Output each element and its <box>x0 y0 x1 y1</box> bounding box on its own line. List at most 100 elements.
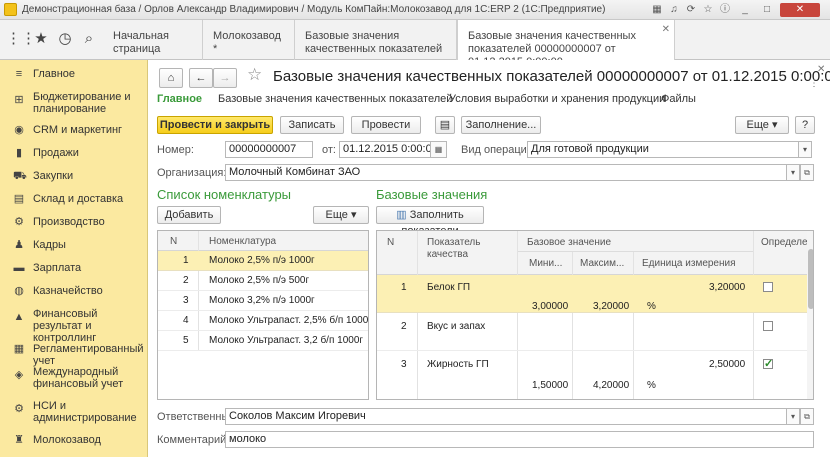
report-button[interactable]: ▤ <box>435 116 455 134</box>
finance-icon: ▲ <box>13 311 25 323</box>
fill-button[interactable]: Заполнение... <box>461 116 541 134</box>
chevron-down-icon[interactable]: ▾ <box>799 141 812 158</box>
row-name: Молоко 2,5% п/э 500г <box>209 275 310 286</box>
operation-label: Вид операции: <box>461 144 537 156</box>
table-row[interactable] <box>377 313 807 351</box>
sidebar-item-label: Склад и доставка <box>33 193 124 205</box>
arrow-left-icon: ← <box>195 72 207 84</box>
forward-button[interactable]: → <box>213 68 237 88</box>
org-label: Организация: <box>157 167 227 179</box>
tab-home[interactable]: Начальная страница <box>103 20 203 60</box>
window-titlebar: Демонстрационная база / Орлов Александр … <box>0 0 830 20</box>
col-max-header: Максим... <box>580 258 625 269</box>
chevron-down-icon[interactable]: ▾ <box>787 164 800 181</box>
col-n-header: N <box>170 236 178 247</box>
row-name: Молоко Ультрапаст. 3,2 б/п 1000г <box>209 335 364 346</box>
fill-indicators-button[interactable]: ▥ Заполнить показатели <box>376 206 484 237</box>
maximize-icon[interactable]: □ <box>760 3 774 17</box>
close-icon[interactable]: ✕ <box>780 3 820 17</box>
star-icon[interactable]: ☆ <box>701 3 715 17</box>
warehouse-icon: ▤ <box>13 193 25 205</box>
row-n: 2 <box>401 321 407 332</box>
window-title: Демонстрационная база / Орлов Александр … <box>22 4 606 15</box>
calendar-icon[interactable]: ▦ <box>650 3 664 17</box>
add-button[interactable]: Добавить <box>157 206 221 224</box>
row-max: 3,20000 <box>593 301 630 312</box>
nomenclature-table: N Номенклатура 1 Молоко 2,5% п/э 1000г 2… <box>157 230 369 400</box>
sidebar-item-label: Производство <box>33 216 105 228</box>
row-min: 1,50000 <box>532 380 569 391</box>
sidebar: ≡ Главное ⊞ Бюджетирование и планирование … <box>0 60 148 457</box>
form-close-icon[interactable]: ✕ <box>817 64 825 75</box>
production-icon: ⚙ <box>14 216 24 228</box>
form-menu-icon[interactable]: ⋮ <box>809 78 819 89</box>
info-icon[interactable]: ⓘ <box>718 3 732 17</box>
base-values-section-title: Базовые значения <box>376 187 488 202</box>
left-more-button[interactable]: Еще ▾ <box>313 206 369 224</box>
open-link-icon[interactable]: ⧉ <box>800 408 814 425</box>
row-n: 2 <box>183 275 189 286</box>
back-button[interactable]: ← <box>189 68 213 88</box>
bell-icon[interactable]: ♫ <box>667 3 681 17</box>
chevron-down-icon[interactable]: ▾ <box>787 408 800 425</box>
search-icon[interactable]: ⌕ <box>78 28 100 50</box>
document-icon: ▤ <box>439 119 451 131</box>
scrollbar-thumb[interactable] <box>808 249 813 309</box>
sidebar-item-label: Регламентированный учет <box>33 343 144 367</box>
tab-base-values-doc[interactable]: Базовые значения качественных показателе… <box>457 20 675 68</box>
row-checkbox[interactable] <box>763 321 773 331</box>
dairy-icon: ♜ <box>14 434 24 446</box>
favorite-star-icon[interactable]: ☆ <box>247 65 262 85</box>
app-icon <box>4 3 17 16</box>
operation-select[interactable]: Для готовой продукции <box>527 141 799 158</box>
date-field[interactable]: 01.12.2015 0:00:00 <box>339 141 431 158</box>
treasury-icon: ◍ <box>14 285 24 297</box>
post-button[interactable]: Провести <box>351 116 421 134</box>
sidebar-item-label: НСИ и администрирование <box>33 400 137 424</box>
row-indicator: Вкус и запах <box>427 321 486 332</box>
budget-icon: ⊞ <box>14 94 24 106</box>
favorites-star-icon[interactable]: ★ <box>30 28 52 50</box>
open-link-icon[interactable]: ⧉ <box>800 164 814 181</box>
post-and-close-button[interactable]: Провести и закрыть <box>157 116 273 134</box>
responsible-field[interactable]: Соколов Максим Игоревич <box>225 408 787 425</box>
more-label: Еще <box>325 209 348 221</box>
sidebar-item-label: Международный финансовый учет <box>33 366 124 390</box>
number-label: Номер: <box>157 144 194 156</box>
date-label: от: <box>322 144 336 156</box>
history-clock-icon[interactable]: ◷ <box>54 28 76 50</box>
history-icon[interactable]: ⟳ <box>684 3 698 17</box>
more-button[interactable]: Еще ▾ <box>735 116 789 134</box>
home-icon: ⌂ <box>167 72 175 84</box>
row-value: 2,50000 <box>709 359 746 370</box>
row-n: 5 <box>183 335 189 346</box>
close-tab-icon[interactable]: ✕ <box>662 23 670 36</box>
crm-icon: ◉ <box>14 124 24 136</box>
number-field[interactable]: 00000000007 <box>225 141 313 158</box>
table-row[interactable] <box>377 351 807 391</box>
help-button[interactable]: ? <box>795 116 815 134</box>
col-def-header: Определе <box>761 237 808 248</box>
nav-base-values[interactable]: Базовые значения качественных показателе… <box>218 93 452 105</box>
calendar-picker-icon[interactable]: ▦ <box>431 141 447 158</box>
org-field[interactable]: Молочный Комбинат ЗАО <box>225 164 787 181</box>
home-button[interactable]: ⌂ <box>159 68 183 88</box>
nav-conditions[interactable]: Условия выработки и хранения продукции <box>449 93 665 105</box>
sidebar-item-label: Закупки <box>33 170 74 182</box>
row-checkbox[interactable] <box>763 282 773 292</box>
sidebar-item-label: Главное <box>33 68 76 80</box>
row-n: 3 <box>183 295 189 306</box>
tab-base-values-list[interactable]: Базовые значения качественных показателе… <box>295 20 457 60</box>
save-button[interactable]: Записать <box>280 116 344 134</box>
row-name: Молоко 3,2% п/э 1000г <box>209 295 315 306</box>
table-row[interactable] <box>377 275 807 313</box>
comment-field[interactable]: молоко <box>225 431 814 448</box>
row-n: 4 <box>183 315 189 326</box>
minimize-icon[interactable]: _ <box>738 3 752 17</box>
nav-files[interactable]: Файлы <box>661 93 696 105</box>
apps-grid-icon[interactable]: ⋮⋮ <box>6 28 36 50</box>
tab-dairy[interactable]: Молокозавод * <box>203 20 295 60</box>
nav-main[interactable]: Главное <box>157 93 202 105</box>
row-checkbox[interactable] <box>763 357 773 370</box>
sidebar-item-label: Казначейство <box>33 285 103 297</box>
